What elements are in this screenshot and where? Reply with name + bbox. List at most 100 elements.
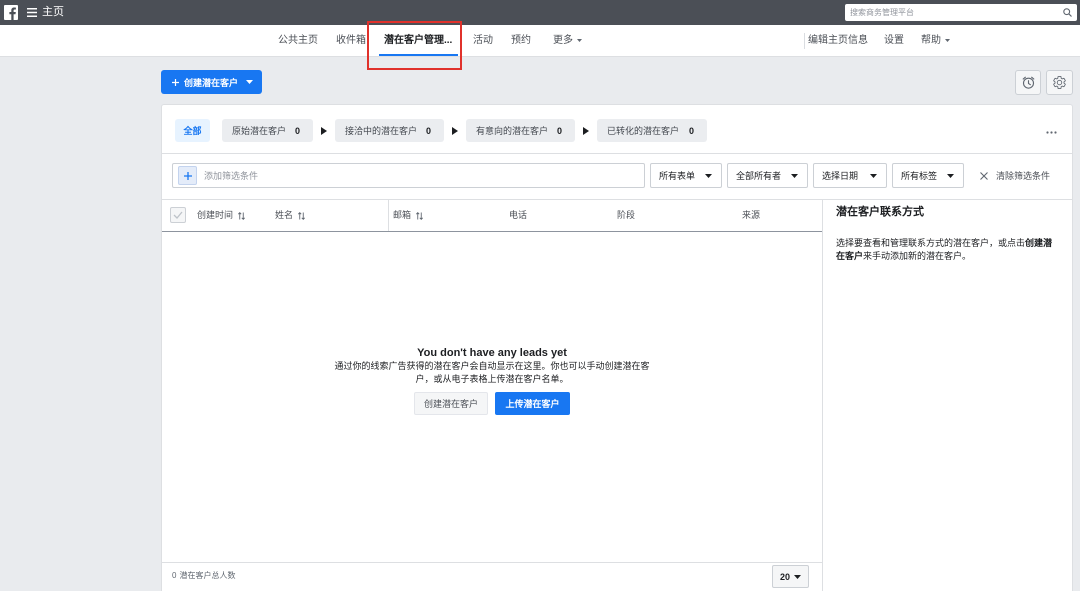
search-box[interactable] (845, 4, 1077, 21)
arrow-right-icon (321, 126, 327, 135)
lead-contact-panel: 潜在客户联系方式 选择要查看和管理联系方式的潜在客户，或点击创建潜在客户来手动添… (822, 199, 1072, 591)
caret-down-icon (577, 39, 582, 42)
search-input[interactable] (845, 4, 1077, 21)
sort-icon[interactable] (238, 211, 246, 220)
filter-search-field[interactable] (172, 163, 645, 188)
column-label: 来源 (742, 210, 761, 220)
help-menu[interactable]: 帮助 (921, 25, 950, 56)
dropdown-label: 所有标签 (901, 171, 938, 181)
column-label: 创建时间 (197, 210, 234, 220)
tab-label: 潜在客户管理... (384, 35, 453, 46)
stage-filter-all[interactable]: 全部 (175, 119, 210, 142)
caret-down-icon (246, 80, 254, 84)
column-divider[interactable] (388, 200, 389, 231)
leads-panel: 全部 原始潜在客户 0 接洽中的潜在客户 0 有意向的潜在客户 0 已转化的潜在… (161, 104, 1073, 591)
arrow-right-icon (583, 126, 589, 135)
side-panel-description: 选择要查看和管理联系方式的潜在客户，或点击创建潜在客户来手动添加新的潜在客户。 (836, 237, 1060, 263)
sort-icon[interactable] (298, 211, 306, 220)
caret-down-icon (790, 574, 801, 579)
page-size-value: 20 (779, 571, 790, 582)
sort-icon[interactable] (416, 211, 424, 220)
owner-filter-dropdown[interactable]: 全部所有者 (727, 163, 808, 188)
plus-icon[interactable] (178, 166, 197, 185)
create-lead-button[interactable]: 创建潜在客户 (414, 392, 488, 415)
tab-label: 收件箱 (336, 35, 366, 46)
more-options-icon[interactable] (1043, 127, 1059, 137)
caret-down-icon (705, 173, 712, 178)
tab-label: 更多 (553, 35, 573, 46)
tag-filter-dropdown[interactable]: 所有标签 (892, 163, 964, 188)
plus-icon (172, 78, 179, 86)
nav-link-label: 设置 (884, 35, 904, 46)
settings-button[interactable] (1046, 70, 1073, 95)
column-label: 姓名 (275, 210, 294, 220)
arrow-right-icon (452, 126, 458, 135)
tab-label: 预约 (511, 35, 531, 46)
empty-state: You don't have any leads yet 通过你的线索广告获得的… (162, 346, 822, 415)
footer-divider (162, 562, 822, 563)
column-header-name[interactable]: 姓名 (275, 200, 306, 231)
clock-icon (1021, 75, 1036, 90)
dropdown-label: 选择日期 (822, 171, 859, 181)
add-filter-input[interactable] (204, 164, 634, 187)
total-count-value: 0 (172, 571, 177, 580)
side-panel-title: 潜在客户联系方式 (836, 206, 924, 218)
create-lead-menu-button[interactable]: 创建潜在客户 (161, 70, 262, 94)
column-label: 阶段 (617, 210, 636, 220)
stage-filter-new[interactable]: 原始潜在客户 0 (222, 119, 313, 142)
dropdown-label: 所有表单 (659, 171, 696, 181)
stage-label: 有意向的潜在客户 (476, 126, 549, 136)
tab-label: 公共主页 (278, 35, 318, 46)
facebook-logo-icon[interactable] (4, 5, 18, 20)
nav-divider (804, 33, 805, 49)
caret-down-icon (947, 173, 954, 178)
column-header-source: 来源 (742, 200, 760, 231)
history-button[interactable] (1015, 70, 1041, 95)
section-divider (162, 153, 1072, 154)
tab-inbox[interactable]: 收件箱 (336, 25, 366, 56)
table-header: 创建时间 姓名 邮箱 电话 阶段 来源 (162, 200, 822, 232)
tab-more[interactable]: 更多 (553, 25, 582, 56)
empty-state-description: 通过你的线索广告获得的潜在客户会自动显示在这里。你也可以手动创建潜在客户，或从电… (334, 361, 650, 384)
stage-label: 接洽中的潜在客户 (345, 126, 418, 136)
stage-label: 已转化的潜在客户 (607, 126, 680, 136)
stage-count: 0 (688, 125, 694, 136)
stage-count: 0 (556, 125, 562, 136)
edit-page-info-link[interactable]: 编辑主页信息 (808, 25, 868, 56)
select-all-checkbox[interactable] (170, 207, 186, 223)
tab-events[interactable]: 活动 (473, 25, 493, 56)
date-filter-dropdown[interactable]: 选择日期 (813, 163, 887, 188)
stage-filter-converted[interactable]: 已转化的潜在客户 0 (597, 119, 707, 142)
description-text: 选择要查看和管理联系方式的潜在客户，或点击 (836, 238, 1026, 248)
caret-down-icon (870, 173, 877, 178)
description-text: 来手动添加新的潜在客户。 (863, 251, 972, 261)
column-header-email[interactable]: 邮箱 (393, 200, 424, 231)
form-filter-dropdown[interactable]: 所有表单 (650, 163, 722, 188)
page-size-select[interactable]: 20 (772, 565, 809, 588)
close-icon (980, 171, 996, 180)
create-lead-label: 创建潜在客户 (184, 77, 239, 88)
tab-lead-management[interactable]: 潜在客户管理... (378, 25, 459, 56)
page-title[interactable]: 主页 (42, 5, 64, 20)
stage-filter-contacted[interactable]: 接洽中的潜在客户 0 (335, 119, 444, 142)
column-header-stage: 阶段 (617, 200, 635, 231)
gear-icon (1052, 75, 1067, 90)
leads-table: 创建时间 姓名 邮箱 电话 阶段 来源 You don't have any l… (162, 199, 822, 591)
settings-link[interactable]: 设置 (884, 25, 904, 56)
tab-appointments[interactable]: 预约 (511, 25, 531, 56)
top-bar: 主页 (0, 0, 1080, 25)
stage-label: 原始潜在客户 (232, 126, 287, 136)
app-root: 主页 公共主页 收件箱 潜在客户管理... 活动 预约 更多 编辑主页信息 设置… (0, 0, 1080, 591)
search-icon[interactable] (1063, 8, 1072, 17)
total-leads-count: 0 潜在客户总人数 (172, 570, 235, 582)
column-label: 邮箱 (393, 210, 412, 220)
total-count-label: 潜在客户总人数 (179, 571, 236, 580)
stage-label: 全部 (183, 126, 202, 136)
upload-leads-button[interactable]: 上传潜在客户 (495, 392, 570, 415)
hamburger-menu-icon[interactable] (27, 8, 37, 17)
tab-public-page[interactable]: 公共主页 (278, 25, 318, 56)
stage-filter-qualified[interactable]: 有意向的潜在客户 0 (466, 119, 575, 142)
stage-count: 0 (294, 125, 300, 136)
column-header-created-time[interactable]: 创建时间 (197, 200, 246, 231)
clear-filters-button[interactable]: 清除筛选条件 (980, 163, 1050, 188)
